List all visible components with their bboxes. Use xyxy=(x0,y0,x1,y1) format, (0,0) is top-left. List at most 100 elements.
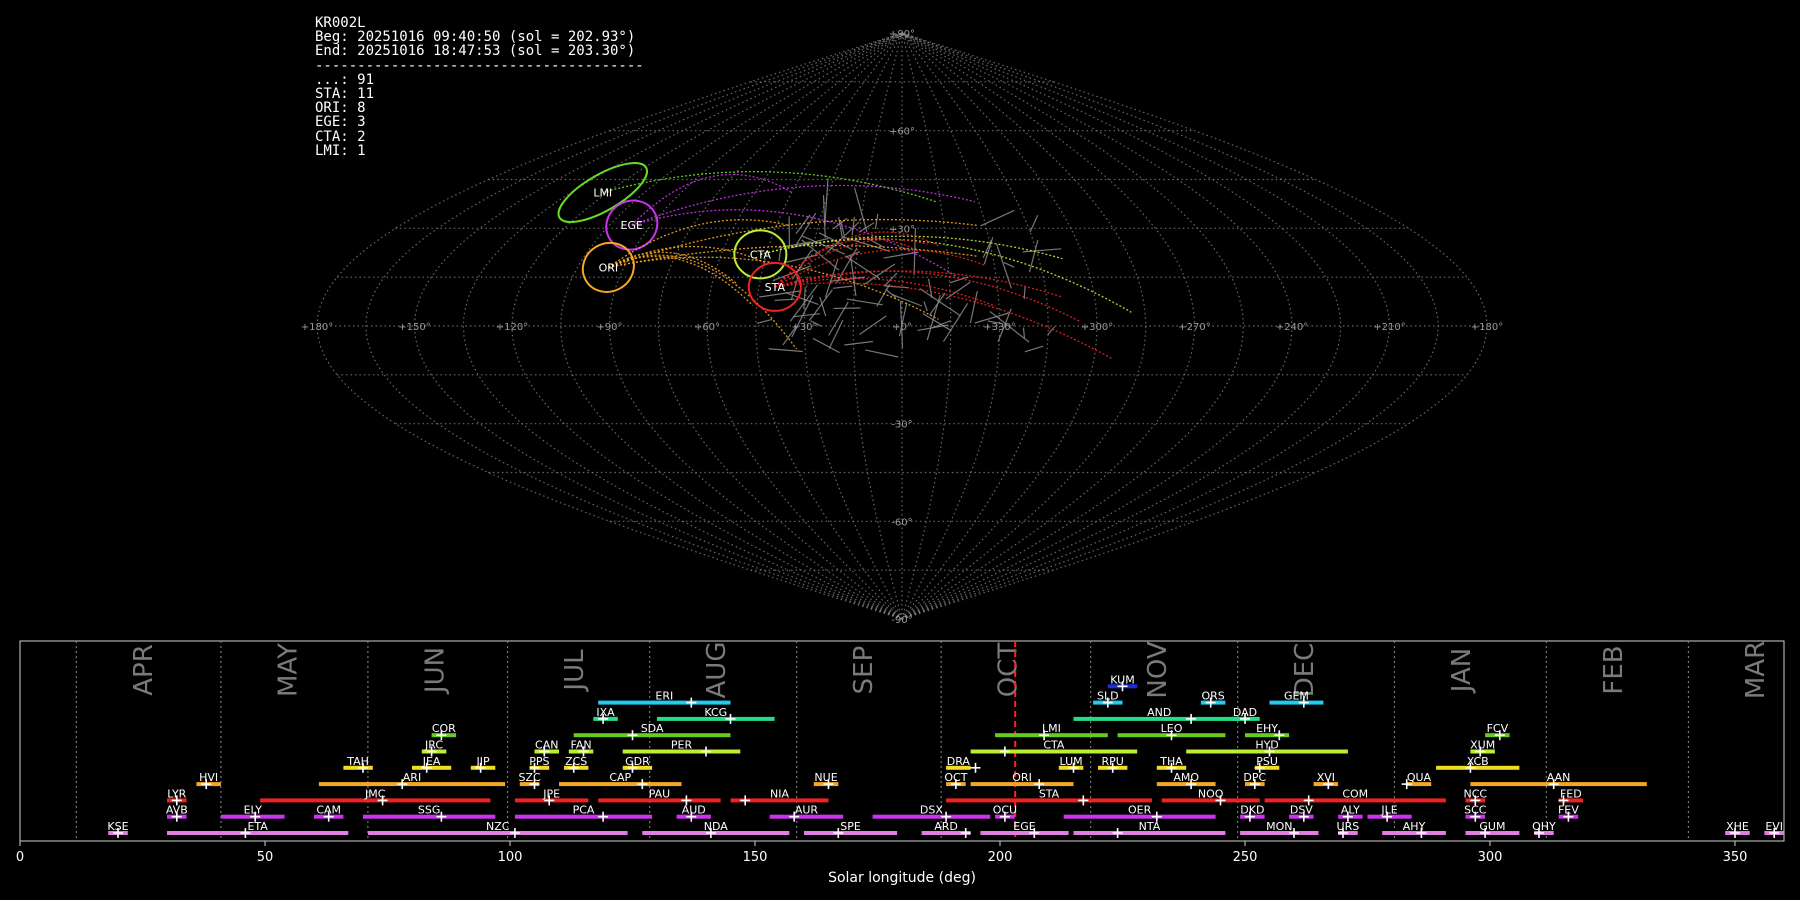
shower-label: KUM xyxy=(1110,673,1134,686)
shower-label: NTA xyxy=(1139,820,1161,833)
shower-label: AAN xyxy=(1547,771,1571,784)
shower-label: DAD xyxy=(1233,706,1257,719)
shower-label: AHY xyxy=(1403,820,1426,833)
shower-label: PPS xyxy=(529,755,549,768)
shower-label: FCV xyxy=(1487,722,1509,735)
shower-label: ARI xyxy=(403,771,421,784)
shower-label: GEM xyxy=(1284,690,1309,703)
x-tick-label: 150 xyxy=(743,850,768,865)
x-tick-label: 300 xyxy=(1478,850,1503,865)
shower-label: GUM xyxy=(1479,820,1505,833)
shower-label: AVB xyxy=(166,804,188,817)
shower-label: EGE xyxy=(1013,820,1035,833)
shower-label: ETA xyxy=(247,820,268,833)
month-label: AUG xyxy=(702,642,732,699)
shower-label: JRC xyxy=(424,739,443,752)
shower-label: AND xyxy=(1147,706,1171,719)
shower-label: QUA xyxy=(1407,771,1432,784)
x-tick-label: 250 xyxy=(1233,850,1258,865)
shower-label: XVI xyxy=(1317,771,1335,784)
x-tick-label: 200 xyxy=(988,850,1013,865)
shower-timeline-chart: APR MAY JUN JUL AUG SEP OCT NOV DEC JAN FEB MARKUME… xyxy=(16,640,1785,886)
shower-label: NDA xyxy=(704,820,729,833)
shower-label: JIP xyxy=(475,755,489,768)
shower-label: SDA xyxy=(641,722,664,735)
shower-label: PCA xyxy=(573,804,595,817)
shower-label: RPU xyxy=(1102,755,1124,768)
x-tick-label: 0 xyxy=(16,850,24,865)
month-label: APR xyxy=(129,644,159,696)
shower-label: JPE xyxy=(542,787,560,800)
month-label: JAN xyxy=(1447,648,1477,694)
shower-label: PER xyxy=(671,739,693,752)
shower-label: FAN xyxy=(571,739,592,752)
x-tick-label: 50 xyxy=(257,850,274,865)
shower-label: DSX xyxy=(920,804,943,817)
shower-label: URS xyxy=(1337,820,1360,833)
shower-label: SPE xyxy=(840,820,861,833)
shower-label: JMC xyxy=(364,787,386,800)
x-tick-label: 350 xyxy=(1723,850,1748,865)
shower-label: SSG xyxy=(418,804,441,817)
month-label: MAY xyxy=(273,643,303,697)
shower-label: LMI xyxy=(1042,722,1061,735)
shower-label: LYR xyxy=(167,787,186,800)
shower-label: DSV xyxy=(1290,804,1313,817)
shower-label: CAP xyxy=(609,771,631,784)
shower-label: ORI xyxy=(1012,771,1032,784)
shower-label: COR xyxy=(432,722,456,735)
shower-label: ELY xyxy=(244,804,263,817)
shower-label: LEO xyxy=(1161,722,1183,735)
shower-label: XUM xyxy=(1470,739,1495,752)
shower-label: DPC xyxy=(1243,771,1266,784)
shower-label: AUD xyxy=(682,804,706,817)
shower-label: LUM xyxy=(1059,755,1082,768)
shower-label: COM xyxy=(1342,787,1368,800)
month-label: MAR xyxy=(1741,641,1771,699)
shower-label: XHE xyxy=(1726,820,1749,833)
shower-label: NOO xyxy=(1198,787,1224,800)
shower-label: ALY xyxy=(1341,804,1360,817)
shower-label: NUE xyxy=(814,771,837,784)
shower-label: THA xyxy=(1159,755,1183,768)
month-label: FEB xyxy=(1599,645,1629,694)
shower-label: OER xyxy=(1128,804,1152,817)
shower-label: EHY xyxy=(1256,722,1278,735)
shower-label: ERI xyxy=(655,690,673,703)
shower-label: NIA xyxy=(770,787,789,800)
shower-label: DRA xyxy=(947,755,971,768)
shower-label: OHY xyxy=(1532,820,1556,833)
month-label: NOV xyxy=(1143,641,1173,698)
shower-label: PAU xyxy=(649,787,671,800)
shower-label: ZCS xyxy=(565,755,587,768)
shower-label: JEA xyxy=(422,755,441,768)
month-label: JUL xyxy=(560,649,590,693)
shower-label: HYD xyxy=(1255,739,1278,752)
shower-label: XCB xyxy=(1467,755,1489,768)
month-label: SEP xyxy=(849,646,879,695)
shower-label: EVI xyxy=(1765,820,1783,833)
shower-label: AMO xyxy=(1173,771,1199,784)
shower-label: KSE xyxy=(107,820,128,833)
shower-label: JLE xyxy=(1380,804,1397,817)
shower-label: DKD xyxy=(1240,804,1264,817)
shower-label: OCU xyxy=(993,804,1017,817)
shower-label: TAH xyxy=(346,755,369,768)
shower-label: HVI xyxy=(199,771,218,784)
shower-label: KCG xyxy=(704,706,727,719)
shower-label: SZC xyxy=(518,771,541,784)
month-label: JUN xyxy=(420,647,450,695)
shower-label: SLD xyxy=(1097,690,1119,703)
shower-label: FEV xyxy=(1558,804,1579,817)
shower-label: CAM xyxy=(316,804,341,817)
shower-label: ORS xyxy=(1202,690,1225,703)
shower-label: PSU xyxy=(1256,755,1278,768)
shower-label: FED xyxy=(1560,787,1582,800)
shower-label: IXA xyxy=(596,706,615,719)
shower-label: GDR xyxy=(625,755,650,768)
month-label: OCT xyxy=(994,643,1024,698)
shower-label: NZC xyxy=(486,820,510,833)
shower-label: STA xyxy=(1039,787,1060,800)
shower-label: ARD xyxy=(934,820,958,833)
shower-label: MON xyxy=(1266,820,1292,833)
